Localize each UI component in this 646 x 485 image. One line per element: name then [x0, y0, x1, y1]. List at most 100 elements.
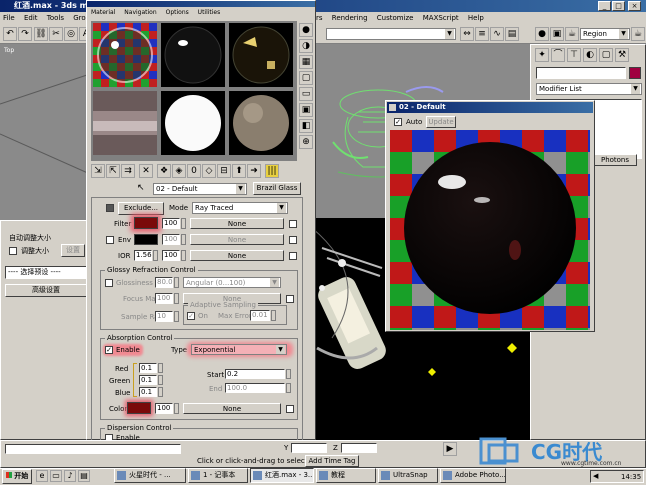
auto-checkbox[interactable]: ✓	[394, 118, 402, 126]
filter-color-swatch[interactable]	[134, 217, 158, 229]
sample-type-icon[interactable]: ●	[299, 23, 313, 37]
absorption-enable-checkbox[interactable]: ✓	[105, 346, 113, 354]
z-field[interactable]	[341, 443, 377, 453]
bind-icon[interactable]: ◎	[64, 27, 78, 41]
absorption-type-dropdown[interactable]: Exponential	[191, 344, 287, 355]
env-spinner[interactable]	[181, 234, 186, 245]
mtl-menu-utilities[interactable]: Utilities	[198, 9, 221, 16]
mtl-menu-options[interactable]: Options	[166, 9, 189, 16]
modify-tab-icon[interactable]: ⌒	[551, 48, 565, 62]
task-tutorial[interactable]: 教程	[316, 468, 376, 483]
quick-render-icon[interactable]: ☕	[565, 27, 579, 41]
adjust-size-checkbox[interactable]	[9, 247, 17, 255]
motion-tab-icon[interactable]: ◐	[583, 48, 597, 62]
object-color-swatch[interactable]	[629, 67, 641, 79]
undo-icon[interactable]: ↶	[3, 27, 17, 41]
sample-slot-4[interactable]	[93, 91, 157, 155]
absorb-map-checkbox[interactable]	[286, 405, 294, 413]
menu-edit[interactable]: Edit	[24, 14, 38, 22]
material-editor-icon[interactable]: ●	[535, 27, 549, 41]
quicklaunch-ie-icon[interactable]: e	[36, 470, 48, 482]
sample-slot-1[interactable]	[93, 23, 157, 87]
make-preview-icon[interactable]: ▣	[299, 103, 313, 117]
background-icon[interactable]: ▦	[299, 55, 313, 69]
sample-slot-6[interactable]	[229, 91, 293, 155]
mtl-menu-material[interactable]: Material	[91, 9, 115, 16]
task-ultrasnap[interactable]: UltraSnap	[378, 468, 438, 483]
sample-slot-5[interactable]	[161, 91, 225, 155]
close-button[interactable]: ×	[628, 1, 641, 11]
red-field[interactable]: 0.1	[139, 363, 157, 373]
curve-editor-icon[interactable]: ∿	[490, 27, 504, 41]
ior-amount-spinner[interactable]	[181, 250, 186, 261]
quicklaunch-desktop-icon[interactable]: ▭	[50, 470, 62, 482]
ior-map-checkbox[interactable]	[289, 252, 297, 260]
menu-file[interactable]: File	[3, 14, 15, 22]
menu-help[interactable]: Help	[468, 14, 484, 22]
env-map-button[interactable]: None	[190, 234, 284, 245]
region-dropdown[interactable]: Region	[580, 28, 630, 40]
absorb-map-button[interactable]: None	[183, 403, 281, 414]
effects-channel-icon[interactable]: 0	[187, 164, 201, 178]
play-icon[interactable]: ▶	[443, 442, 457, 456]
quicklaunch-media-icon[interactable]: ♪	[64, 470, 76, 482]
exclude-swatch[interactable]	[106, 204, 114, 212]
material-name-field[interactable]: 02 - Default	[153, 183, 247, 195]
modifier-list-dropdown[interactable]: Modifier List	[536, 83, 642, 95]
select-by-material-icon[interactable]: ⊕	[299, 135, 313, 149]
focus-map-spinner[interactable]	[174, 293, 179, 304]
start-field[interactable]: 0.2	[225, 369, 285, 379]
task-3dsmax[interactable]: 红酒.max - 3...	[250, 468, 314, 483]
task-huoxing[interactable]: 火星时代 - ...	[114, 468, 186, 483]
display-tab-icon[interactable]: ▢	[599, 48, 613, 62]
filter-map-button[interactable]: None	[190, 218, 284, 229]
show-end-result-icon[interactable]: ⊟	[217, 164, 231, 178]
show-map-icon[interactable]: ◇	[202, 164, 216, 178]
max-error-field[interactable]: 0.01	[250, 310, 270, 321]
go-sibling-icon[interactable]: ➜	[247, 164, 261, 178]
y-field[interactable]	[291, 443, 327, 453]
env-map-checkbox[interactable]	[289, 236, 297, 244]
render-setup-icon[interactable]: ▣	[550, 27, 564, 41]
start-spinner[interactable]	[286, 369, 291, 379]
schematic-icon[interactable]: ▤	[505, 27, 519, 41]
mtl-menu-navigation[interactable]: Navigation	[124, 9, 156, 16]
sample-rate-field[interactable]: 10	[155, 311, 173, 322]
backlight-icon[interactable]: ◑	[299, 39, 313, 53]
filter-map-checkbox[interactable]	[289, 220, 297, 228]
absorb-amount-field[interactable]: 100	[155, 403, 173, 414]
focus-map-checkbox[interactable]	[286, 295, 294, 303]
absorb-spinner[interactable]	[174, 403, 179, 414]
minimize-button[interactable]: _	[598, 1, 611, 11]
material-navigator-icon[interactable]: |||	[265, 164, 279, 178]
photons-button[interactable]: Photons	[593, 154, 637, 166]
reset-icon[interactable]: ✕	[139, 164, 153, 178]
focus-map-field[interactable]: 100	[155, 293, 173, 304]
end-field[interactable]: 100.0	[225, 383, 285, 393]
selection-set-dropdown[interactable]	[326, 28, 456, 40]
object-name-field[interactable]	[536, 67, 626, 79]
mode-dropdown[interactable]: Ray Traced	[192, 202, 288, 214]
max-error-spinner[interactable]	[271, 310, 276, 321]
align-icon[interactable]: ≡	[475, 27, 489, 41]
go-parent-icon[interactable]: ⬆	[232, 164, 246, 178]
pick-material-icon[interactable]: ↖	[137, 183, 145, 193]
status-field-1[interactable]	[5, 444, 181, 454]
get-material-icon[interactable]: ⇲	[91, 164, 105, 178]
adaptive-on-checkbox[interactable]: ✓	[187, 312, 195, 320]
env-amount-field[interactable]: 100	[162, 234, 180, 245]
advanced-settings-button[interactable]: 高级设置	[5, 284, 87, 297]
env-color-swatch[interactable]	[134, 234, 158, 245]
glossiness-checkbox[interactable]	[105, 279, 113, 287]
preset-dropdown[interactable]: ---- 选择预设 ----	[5, 266, 87, 279]
end-spinner[interactable]	[286, 383, 291, 393]
start-button[interactable]: 开始	[2, 469, 32, 484]
render-icon[interactable]: ☕	[631, 27, 645, 41]
sample-rate-spinner[interactable]	[174, 311, 179, 322]
green-field[interactable]: 0.1	[139, 375, 157, 385]
menu-customize[interactable]: Customize	[377, 14, 414, 22]
utilities-tab-icon[interactable]: ⚒	[615, 48, 629, 62]
tray-volume-icon[interactable]: ◀	[593, 472, 598, 480]
blue-spinner[interactable]	[158, 387, 163, 397]
material-type-button[interactable]: Brazil Glass	[253, 182, 301, 195]
